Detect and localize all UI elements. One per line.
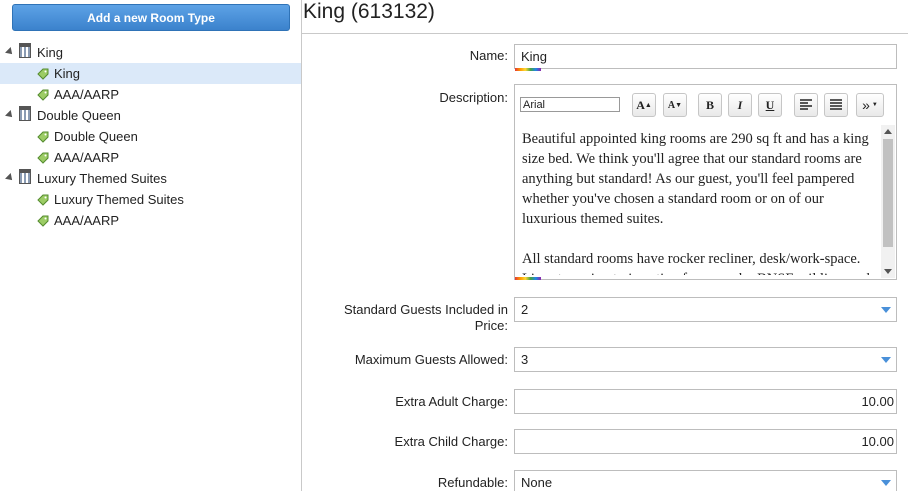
italic-button[interactable]: I [728, 93, 752, 117]
add-room-type-button[interactable]: Add a new Room Type [12, 4, 290, 31]
expand-toggle-icon[interactable] [5, 173, 15, 183]
standard-guests-select[interactable]: 2 [514, 297, 897, 322]
expand-toggle-icon[interactable] [5, 110, 15, 120]
extra-adult-label: Extra Adult Charge: [395, 394, 508, 409]
tree-leaf-double-queen[interactable]: Double Queen [0, 126, 301, 147]
increase-font-icon: A [636, 97, 645, 112]
chevron-down-icon [881, 357, 891, 363]
tree-leaf-label: AAA/AARP [54, 213, 120, 228]
bold-button[interactable]: B [698, 93, 722, 117]
decrease-font-icon: A [667, 99, 676, 111]
chevron-down-icon [881, 307, 891, 313]
extra-adult-value: 10.00 [861, 394, 894, 409]
tree-node-label: Double Queen [37, 108, 121, 123]
justify-button[interactable] [824, 93, 848, 117]
refundable-value: None [521, 475, 553, 490]
standard-guests-label-line2: Price: [474, 318, 508, 333]
tree-node-luxury-suites[interactable]: Luxury Themed Suites [0, 168, 301, 189]
name-input[interactable]: King [514, 44, 897, 71]
underline-icon: U [765, 97, 775, 112]
tree-node-double-queen[interactable]: Double Queen [0, 105, 301, 126]
price-tag-icon [37, 194, 49, 206]
price-tag-icon [37, 152, 49, 164]
tree-leaf-label: Double Queen [54, 129, 138, 144]
scroll-down-icon[interactable] [884, 269, 892, 274]
more-options-button[interactable]: » ▼ [856, 93, 884, 117]
building-icon [19, 43, 31, 58]
scroll-up-icon[interactable] [884, 129, 892, 134]
extra-adult-input[interactable]: 10.00 [514, 389, 897, 414]
price-tag-icon [37, 68, 49, 80]
tree-leaf-double-queen-aaa[interactable]: AAA/AARP [0, 147, 301, 168]
sidebar: Add a new Room Type King King AAA/AARP D… [0, 0, 302, 491]
description-paragraph: All standard rooms have rocker recliner,… [522, 251, 870, 275]
italic-icon: I [737, 97, 743, 112]
name-label: Name: [469, 48, 508, 63]
extra-child-input[interactable]: 10.00 [514, 429, 897, 454]
editor-content[interactable]: Beautiful appointed king rooms are 290 s… [522, 129, 878, 275]
tree-leaf-luxury-suites[interactable]: Luxury Themed Suites [0, 189, 301, 210]
align-left-icon [800, 99, 812, 110]
tree-node-label: Luxury Themed Suites [37, 171, 167, 186]
editor-toolbar: Arial A ▲ A ▼ B I U » ▼ [515, 85, 896, 123]
description-label: Description: [439, 90, 508, 105]
title-divider [302, 33, 908, 34]
increase-font-button[interactable]: A ▲ [632, 93, 656, 117]
page-title: King (613132) [303, 0, 435, 23]
description-editor[interactable]: Arial A ▲ A ▼ B I U » ▼ Beautiful appoin… [514, 84, 897, 280]
tree-node-king[interactable]: King [0, 42, 301, 63]
price-tag-icon [37, 89, 49, 101]
spellcheck-indicator [515, 277, 541, 280]
scroll-thumb[interactable] [883, 139, 893, 247]
font-select[interactable]: Arial [520, 97, 620, 112]
extra-child-value: 10.00 [861, 434, 894, 449]
standard-guests-value: 2 [521, 302, 529, 317]
tree-leaf-luxury-suites-aaa[interactable]: AAA/AARP [0, 210, 301, 231]
building-icon [19, 106, 31, 121]
bold-icon: B [705, 97, 714, 112]
align-left-button[interactable] [794, 93, 818, 117]
price-tag-icon [37, 215, 49, 227]
tree-leaf-label: King [54, 66, 81, 81]
underline-button[interactable]: U [758, 93, 782, 117]
main-panel: King (613132) Name: King Description: Ar… [302, 0, 908, 491]
max-guests-value: 3 [521, 352, 529, 367]
tree-leaf-label: Luxury Themed Suites [54, 192, 184, 207]
price-tag-icon [37, 131, 49, 143]
tree-node-label: King [37, 45, 64, 60]
room-type-tree: King King AAA/AARP Double Queen Double Q… [0, 42, 301, 231]
max-guests-label: Maximum Guests Allowed: [354, 352, 508, 367]
tree-leaf-king[interactable]: King [0, 63, 301, 84]
tree-leaf-king-aaa[interactable]: AAA/AARP [0, 84, 301, 105]
editor-scrollbar[interactable] [881, 125, 895, 278]
max-guests-select[interactable]: 3 [514, 347, 897, 372]
expand-toggle-icon[interactable] [5, 47, 15, 57]
justify-icon [830, 99, 842, 110]
decrease-font-button[interactable]: A ▼ [663, 93, 687, 117]
chevron-down-icon [881, 480, 891, 486]
refundable-select[interactable]: None [514, 470, 897, 491]
name-value: King [521, 49, 548, 64]
tree-leaf-label: AAA/AARP [54, 150, 120, 165]
extra-child-label: Extra Child Charge: [394, 434, 508, 449]
standard-guests-label: Standard Guests Included in Price: [344, 302, 508, 334]
description-paragraph: Beautiful appointed king rooms are 290 s… [522, 131, 869, 227]
tree-leaf-label: AAA/AARP [54, 87, 120, 102]
standard-guests-label-line1: Standard Guests Included in [343, 302, 508, 317]
refundable-label: Refundable: [437, 475, 508, 490]
spellcheck-indicator [515, 68, 541, 71]
building-icon [19, 169, 31, 184]
more-options-icon: » [862, 97, 870, 113]
